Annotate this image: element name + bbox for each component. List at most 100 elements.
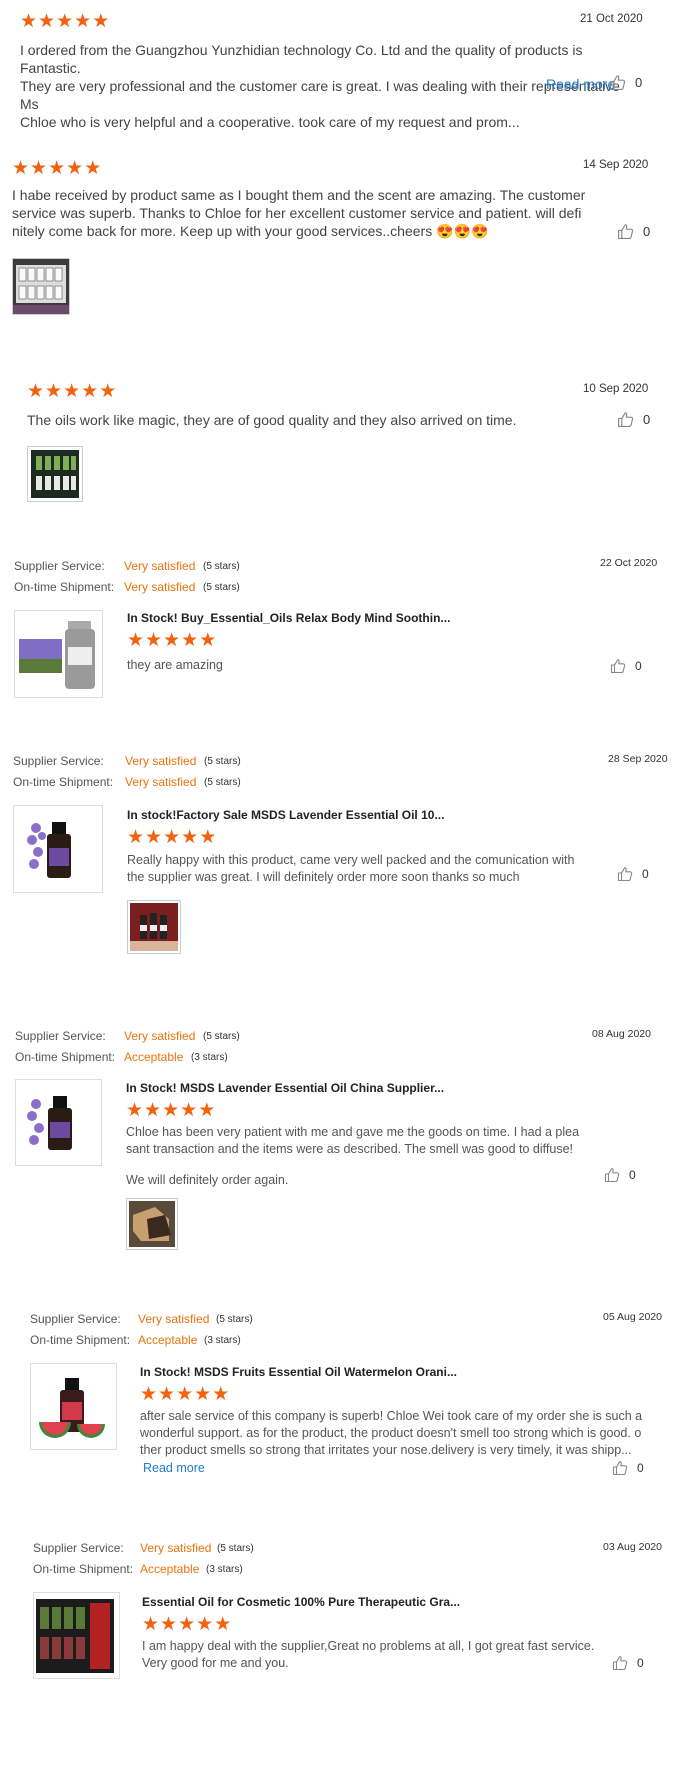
- star-icon: ★: [84, 158, 102, 179]
- review-text: I habe received by product same as I bou…: [12, 187, 586, 239]
- review-date: 05 Aug 2020: [603, 1311, 662, 1323]
- star-icon: ★: [127, 630, 145, 651]
- product-image[interactable]: [30, 1363, 117, 1450]
- rating-stars: ★ ★ ★ ★ ★: [12, 159, 102, 178]
- star-icon: ★: [20, 11, 38, 32]
- like-button[interactable]: 0: [617, 866, 649, 882]
- like-count: 0: [635, 75, 643, 90]
- review-text: The oils work like magic, they are of go…: [27, 412, 517, 428]
- supplier-service-value: Very satisfied: [124, 559, 196, 573]
- ontime-shipment-label: On-time Shipment:: [13, 775, 114, 789]
- like-count: 0: [642, 867, 649, 881]
- star-icon: ★: [163, 630, 181, 651]
- like-button[interactable]: 0: [617, 411, 650, 428]
- review-photo[interactable]: [127, 900, 181, 954]
- supplier-service-label: Supplier Service:: [30, 1312, 121, 1326]
- star-icon: ★: [27, 381, 45, 402]
- supplier-service-count: (5 stars): [203, 1031, 240, 1042]
- star-icon: ★: [180, 1100, 198, 1121]
- supplier-service-count: (5 stars): [203, 561, 240, 572]
- like-button[interactable]: 0: [612, 1460, 644, 1476]
- bottles-in-hand-image: [130, 903, 178, 951]
- product-title-link[interactable]: Essential Oil for Cosmetic 100% Pure The…: [142, 1595, 460, 1609]
- star-icon: ★: [66, 158, 84, 179]
- like-count: 0: [629, 1168, 636, 1182]
- supplier-service-count: (5 stars): [216, 1314, 253, 1325]
- product-image[interactable]: [14, 610, 103, 698]
- review-date: 22 Oct 2020: [600, 557, 658, 569]
- rating-stars: ★ ★ ★ ★ ★: [140, 1385, 230, 1404]
- ontime-shipment-label: On-time Shipment:: [14, 580, 115, 594]
- star-icon: ★: [145, 630, 163, 651]
- review-photo[interactable]: [27, 446, 83, 502]
- star-icon: ★: [38, 11, 56, 32]
- supplier-service-value: Very satisfied: [138, 1312, 210, 1326]
- ontime-shipment-count: (3 stars): [204, 1335, 241, 1346]
- review-date: 21 Oct 2020: [580, 13, 643, 25]
- like-button[interactable]: 0: [612, 1655, 644, 1671]
- oil-bottles-box-image: [13, 259, 69, 314]
- star-icon: ★: [140, 1384, 158, 1405]
- star-icon: ★: [92, 11, 110, 32]
- product-title-link[interactable]: In Stock! MSDS Fruits Essential Oil Wate…: [140, 1365, 457, 1379]
- review-text: I am happy deal with the supplier,Great …: [142, 1639, 595, 1670]
- thumbs-up-icon: [617, 223, 634, 240]
- thumbs-up-icon: [610, 658, 626, 674]
- rating-stars: ★ ★ ★ ★ ★: [127, 828, 217, 847]
- product-title-link[interactable]: In stock!Factory Sale MSDS Lavender Esse…: [127, 808, 444, 822]
- like-count: 0: [643, 224, 651, 239]
- review-date: 28 Sep 2020: [608, 753, 668, 765]
- review-text: after sale service of this company is su…: [140, 1409, 643, 1457]
- ontime-shipment-value: Very satisfied: [124, 580, 196, 594]
- star-icon: ★: [126, 1100, 144, 1121]
- rating-stars: ★ ★ ★ ★ ★: [20, 12, 110, 31]
- star-icon: ★: [162, 1100, 180, 1121]
- ontime-shipment-count: (3 stars): [191, 1052, 228, 1063]
- supplier-service-label: Supplier Service:: [33, 1541, 124, 1555]
- star-icon: ★: [74, 11, 92, 32]
- star-icon: ★: [48, 158, 66, 179]
- star-icon: ★: [181, 630, 199, 651]
- ontime-shipment-value: Acceptable: [140, 1562, 200, 1576]
- oil-gift-set-image: [34, 1593, 119, 1678]
- review-photo[interactable]: [12, 258, 70, 315]
- like-count: 0: [637, 1656, 644, 1670]
- star-icon: ★: [214, 1614, 232, 1635]
- star-icon: ★: [144, 1100, 162, 1121]
- lavender-tin-image: [15, 611, 102, 697]
- like-button[interactable]: 0: [604, 1167, 636, 1183]
- like-button[interactable]: 0: [609, 74, 642, 91]
- rating-stars: ★ ★ ★ ★ ★: [142, 1615, 232, 1634]
- review-date: 08 Aug 2020: [592, 1028, 651, 1040]
- package-photo-image: [129, 1201, 175, 1247]
- lavender-bottle-image: [16, 1080, 101, 1165]
- rating-stars: ★ ★ ★ ★ ★: [127, 631, 217, 650]
- read-more-link[interactable]: Read more: [546, 75, 615, 93]
- review-photo[interactable]: [126, 1198, 178, 1250]
- supplier-service-label: Supplier Service:: [14, 559, 105, 573]
- supplier-service-label: Supplier Service:: [13, 754, 104, 768]
- product-image[interactable]: [33, 1592, 120, 1679]
- star-icon: ★: [178, 1614, 196, 1635]
- watermelon-oil-bottle-image: [31, 1364, 116, 1449]
- like-button[interactable]: 0: [610, 658, 642, 674]
- product-title-link[interactable]: In Stock! MSDS Lavender Essential Oil Ch…: [126, 1081, 444, 1095]
- product-title-link[interactable]: In Stock! Buy_Essential_Oils Relax Body …: [127, 611, 450, 625]
- read-more-link[interactable]: Read more: [143, 1460, 205, 1477]
- thumbs-up-icon: [612, 1460, 628, 1476]
- star-icon: ★: [198, 1100, 216, 1121]
- star-icon: ★: [199, 827, 217, 848]
- supplier-service-value: Very satisfied: [124, 1029, 196, 1043]
- star-icon: ★: [45, 381, 63, 402]
- star-icon: ★: [81, 381, 99, 402]
- ontime-shipment-value: Very satisfied: [125, 775, 197, 789]
- supplier-service-count: (5 stars): [204, 756, 241, 767]
- star-icon: ★: [176, 1384, 194, 1405]
- ontime-shipment-label: On-time Shipment:: [30, 1333, 131, 1347]
- like-button[interactable]: 0: [617, 223, 650, 240]
- review-text: Chloe has been very patient with me and …: [126, 1125, 580, 1187]
- product-image[interactable]: [13, 805, 103, 893]
- product-image[interactable]: [15, 1079, 102, 1166]
- ontime-shipment-count: (5 stars): [204, 777, 241, 788]
- star-icon: ★: [212, 1384, 230, 1405]
